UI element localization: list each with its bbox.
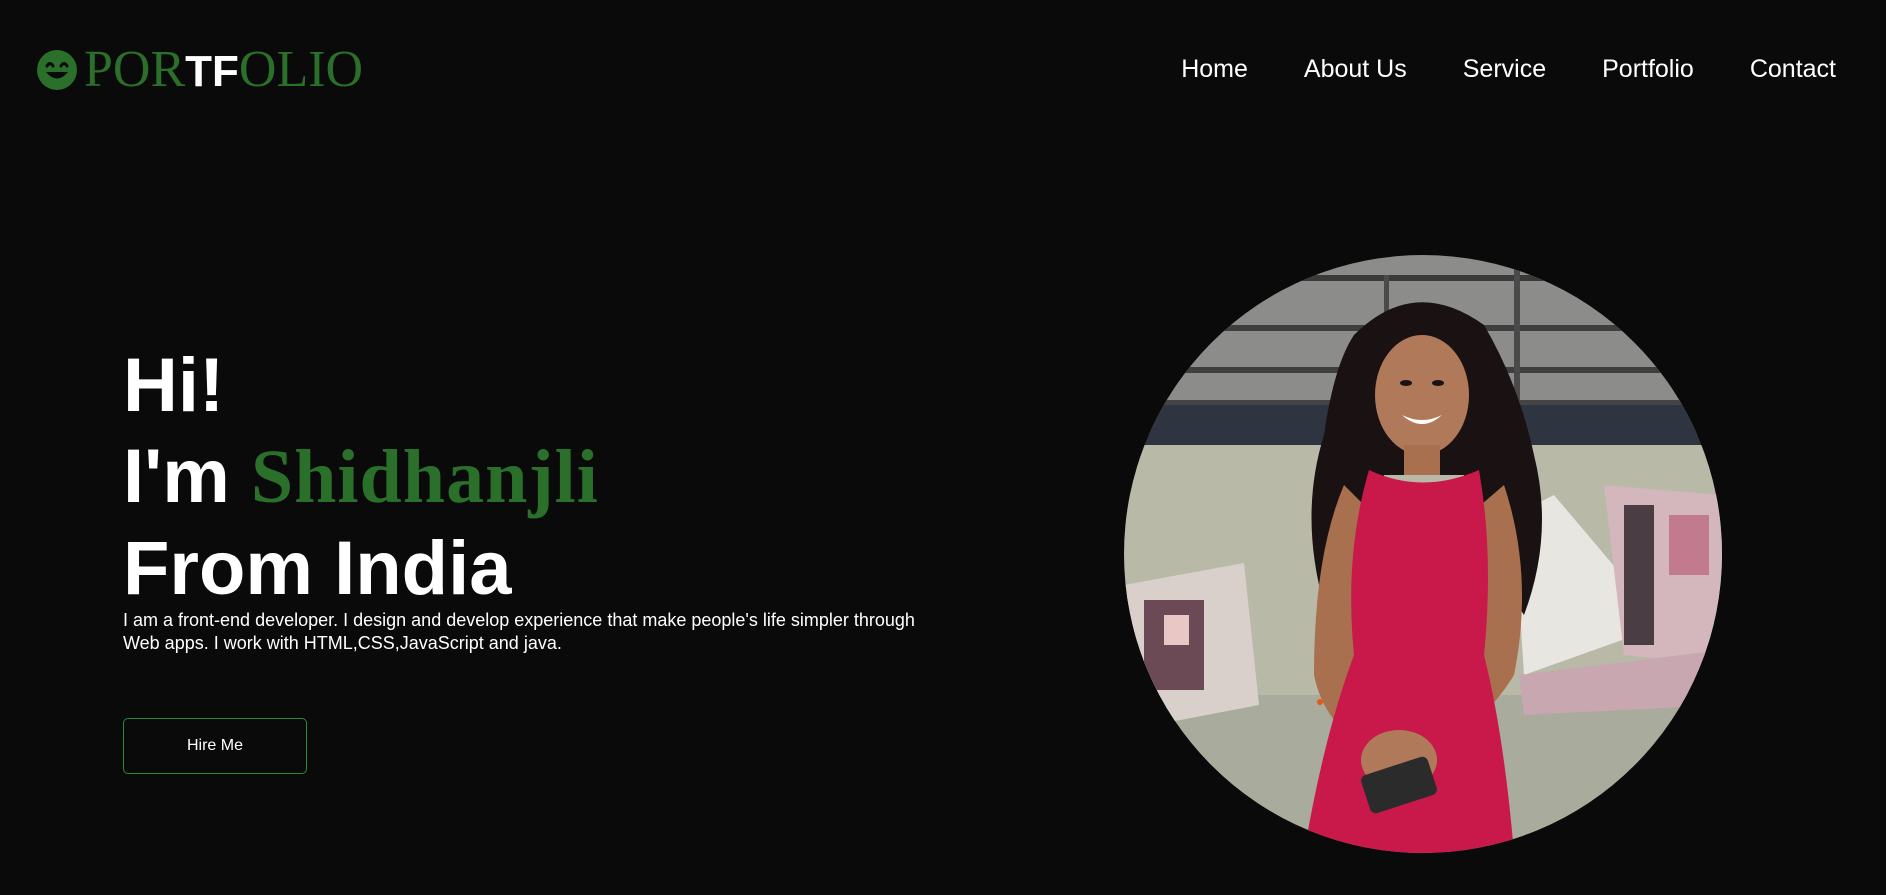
hero-greeting: Hi! — [123, 343, 225, 428]
nav-item-service[interactable]: Service — [1463, 55, 1546, 84]
logo-part-2: TF — [185, 47, 239, 96]
nav-item-portfolio[interactable]: Portfolio — [1602, 55, 1694, 84]
logo-wordmark: POR TF OLIO — [84, 44, 363, 96]
hire-me-button[interactable]: Hire Me — [123, 718, 307, 774]
nav-item-about-us[interactable]: About Us — [1304, 55, 1407, 84]
hero-heading: Hi! I'm Shidhanjli From India — [123, 340, 923, 614]
nav-item-home[interactable]: Home — [1181, 55, 1248, 84]
hero-location: From India — [123, 526, 512, 611]
main-nav: Home About Us Service Portfolio Contact — [1181, 55, 1836, 84]
logo-part-3: OLIO — [238, 41, 364, 98]
hero-intro-line: I'm Shidhanjli — [123, 431, 923, 523]
profile-photo — [1124, 255, 1722, 853]
smiley-icon — [36, 49, 78, 91]
hero-name: Shidhanjli — [250, 435, 599, 519]
logo-part-1: POR — [84, 41, 186, 98]
hero-intro-prefix: I'm — [123, 434, 251, 519]
nav-item-contact[interactable]: Contact — [1750, 55, 1836, 84]
hero-description: I am a front-end developer. I design and… — [123, 610, 915, 653]
landing-page: POR TF OLIO Home About Us Service Portfoli… — [0, 0, 1886, 895]
site-logo[interactable]: POR TF OLIO — [36, 40, 363, 100]
